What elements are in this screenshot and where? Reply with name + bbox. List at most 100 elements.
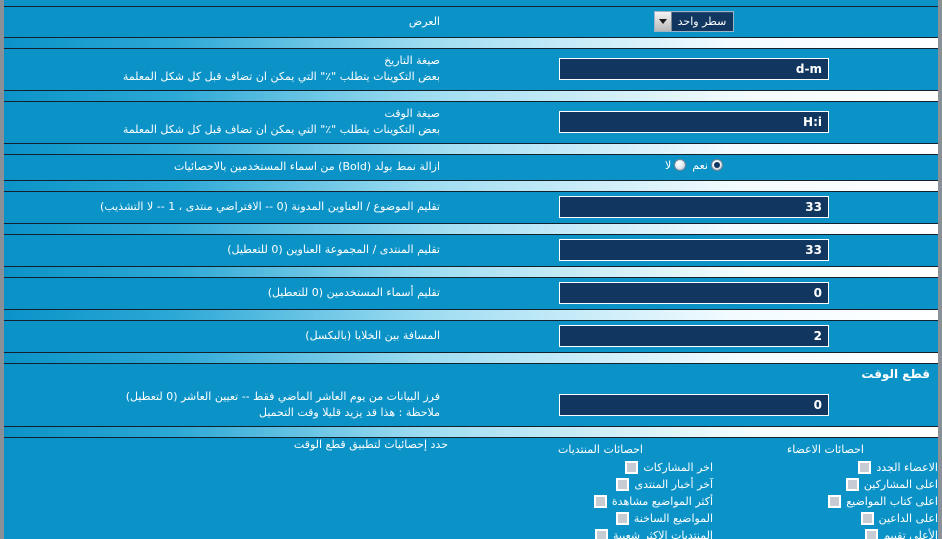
row-separator	[4, 142, 938, 155]
setting-label-cutoff-days: فرز البيانات من يوم العاشر الماضي فقط --…	[125, 389, 440, 403]
setting-row-cell-spacing: المسافة بين الخلايا (بالبكسل)	[4, 320, 938, 353]
checkbox-label-hot-threads: المواضيع الساخنة	[633, 511, 713, 525]
checkbox-item-popular-forums[interactable]: المنتديات الاكثر شعبية	[488, 527, 713, 539]
chevron-down-icon[interactable]	[654, 12, 672, 31]
checkbox-item-top-referrers[interactable]: اعلى الداعين	[713, 510, 938, 527]
row-separator	[4, 425, 938, 438]
row-separator	[4, 222, 938, 235]
checkbox-label-top-rated: الأعلى تقييم	[883, 528, 938, 539]
setting-label-time-format: صيغة الوقت	[384, 106, 440, 120]
field-cell-cell-spacing	[448, 320, 938, 352]
label-cell-trim-thread-title: تقليم الموضوع / العناوين المدونة (0 -- ا…	[4, 191, 448, 223]
checkbox-item-top-thread-starters[interactable]: اعلى كتاب المواضيع	[713, 493, 938, 510]
checkbox-icon[interactable]	[593, 494, 607, 508]
setting-label-trim-thread-title: تقليم الموضوع / العناوين المدونة (0 -- ا…	[100, 199, 440, 213]
checkbox-label-latest-posts: اخر المشاركات	[643, 460, 713, 474]
setting-row-time-format: صيغة الوقت بعض التكوينات يتطلب "٪" التي …	[4, 101, 938, 144]
separator-row-7	[4, 308, 938, 321]
time-format-input[interactable]	[559, 110, 829, 133]
checkbox-column-title-member-stats: احصائات الاعضاء	[787, 442, 864, 456]
trim-thread-title-input[interactable]	[559, 195, 829, 218]
row-separator	[4, 351, 938, 364]
field-cell-time-format	[448, 101, 938, 143]
row-separator	[4, 265, 938, 278]
settings-panel: سطر واحد العرض صيغة التاريخ بعض التكوينا…	[0, 0, 942, 539]
row-separator	[4, 308, 938, 321]
checkbox-label-latest-forum-news: آخر أخبار المنتدى	[634, 477, 713, 491]
setting-row-cutoff-days: فرز البيانات من يوم العاشر الماضي فقط --…	[4, 384, 938, 427]
remove-bold-radio-no[interactable]: لا	[665, 159, 687, 172]
label-cell-trim-forum-title: تقليم المنتدى / المجموعة العناوين (0 للت…	[4, 234, 448, 266]
checkbox-column-title-forum-stats: احصائات المنتديات	[558, 442, 643, 456]
setting-desc-cutoff-days: ملاحظة : هذا قد يزيد قليلا وقت التحميل	[259, 405, 440, 419]
setting-row-trim-usernames: تقليم أسماء المستخدمين (0 للتعطيل)	[4, 277, 938, 310]
label-cell-remove-bold: ازالة نمط بولد (Bold) من اسماء المستخدمي…	[4, 154, 448, 180]
label-cell-trim-usernames: تقليم أسماء المستخدمين (0 للتعطيل)	[4, 277, 448, 309]
setting-label-cell-spacing: المسافة بين الخلايا (بالبكسل)	[305, 328, 440, 342]
field-cell-display-mode: سطر واحد	[448, 7, 938, 38]
cutoff-stats-columns: احصائات الاعضاء الاعضاء الجدد اعلى المشا…	[448, 438, 938, 539]
remove-bold-radio-yes-label: نعم	[692, 158, 708, 172]
setting-row-date-format: صيغة التاريخ بعض التكوينات يتطلب "٪" الت…	[4, 48, 938, 91]
setting-label-trim-usernames: تقليم أسماء المستخدمين (0 للتعطيل)	[267, 285, 440, 299]
display-mode-select-value: سطر واحد	[677, 15, 727, 28]
cutoff-stats-row: احصائات الاعضاء الاعضاء الجدد اعلى المشا…	[4, 437, 938, 539]
radio-selected-icon[interactable]	[710, 159, 723, 172]
checkbox-icon[interactable]	[845, 477, 859, 491]
cutoff-stats-note: حدد إحصائيات لتطبيق قطع الوقت	[293, 437, 448, 451]
checkbox-icon[interactable]	[865, 528, 879, 539]
field-cell-trim-usernames	[448, 277, 938, 309]
field-cell-cutoff-days	[448, 385, 938, 426]
row-separator	[4, 89, 938, 102]
date-format-input[interactable]	[559, 57, 829, 80]
radio-unselected-icon[interactable]	[674, 159, 687, 172]
separator-row-3	[4, 142, 938, 155]
field-cell-trim-thread-title	[448, 191, 938, 223]
checkbox-item-hot-threads[interactable]: المواضيع الساخنة	[488, 510, 713, 527]
checkbox-icon[interactable]	[625, 460, 639, 474]
field-cell-remove-bold: نعم لا	[448, 154, 938, 180]
setting-label-remove-bold: ازالة نمط بولد (Bold) من اسماء المستخدمي…	[173, 159, 440, 173]
row-separator	[4, 37, 938, 49]
checkbox-icon[interactable]	[858, 460, 872, 474]
label-cell-time-format: صيغة الوقت بعض التكوينات يتطلب "٪" التي …	[4, 101, 448, 143]
remove-bold-radio-yes[interactable]: نعم	[692, 159, 723, 172]
checkbox-item-top-rated[interactable]: الأعلى تقييم	[713, 527, 938, 539]
checkbox-icon[interactable]	[860, 511, 874, 525]
checkbox-item-new-members[interactable]: الاعضاء الجدد	[713, 459, 938, 476]
checkbox-item-top-posters[interactable]: اعلى المشاركين	[713, 476, 938, 493]
setting-label-display-mode: العرض	[408, 14, 440, 28]
trim-usernames-input[interactable]	[559, 281, 829, 304]
display-mode-select[interactable]: سطر واحد	[653, 11, 735, 32]
checkbox-column-forum-stats: احصائات المنتديات اخر المشاركات آخر أخبا…	[488, 438, 713, 539]
checkbox-item-most-viewed-threads[interactable]: أكثر المواضيع مشاهدة	[488, 493, 713, 510]
checkbox-column-member-stats: احصائات الاعضاء الاعضاء الجدد اعلى المشا…	[713, 438, 938, 539]
setting-label-trim-forum-title: تقليم المنتدى / المجموعة العناوين (0 للت…	[227, 242, 440, 256]
checkbox-label-most-viewed-threads: أكثر المواضيع مشاهدة	[611, 494, 713, 508]
setting-row-remove-bold: نعم لا ازالة نمط بولد (Bold) من اسماء ال…	[4, 154, 938, 181]
checkbox-icon[interactable]	[595, 528, 609, 539]
checkbox-icon[interactable]	[616, 477, 630, 491]
field-cell-trim-forum-title	[448, 234, 938, 266]
setting-label-date-format: صيغة التاريخ	[384, 54, 440, 67]
label-cell-cell-spacing: المسافة بين الخلايا (بالبكسل)	[4, 320, 448, 352]
label-cell-cutoff-days: فرز البيانات من يوم العاشر الماضي فقط --…	[4, 385, 448, 426]
separator-row-9	[4, 425, 938, 438]
setting-row-display-mode: سطر واحد العرض	[4, 6, 938, 38]
cutoff-stats-note-cell: حدد إحصائيات لتطبيق قطع الوقت	[4, 437, 448, 539]
checkbox-label-new-members: الاعضاء الجدد	[876, 460, 938, 474]
checkbox-icon[interactable]	[615, 511, 629, 525]
separator-row-6	[4, 265, 938, 278]
separator-row-1	[4, 37, 938, 49]
row-separator	[4, 179, 938, 192]
checkbox-item-latest-posts[interactable]: اخر المشاركات	[488, 459, 713, 476]
separator-row-8	[4, 351, 938, 364]
checkbox-icon[interactable]	[828, 494, 842, 508]
cell-spacing-input[interactable]	[559, 324, 829, 347]
cutoff-days-input[interactable]	[559, 393, 829, 416]
checkbox-item-latest-forum-news[interactable]: آخر أخبار المنتدى	[488, 476, 713, 493]
settings-grid: سطر واحد العرض صيغة التاريخ بعض التكوينا…	[4, 0, 938, 539]
setting-row-trim-forum-title: تقليم المنتدى / المجموعة العناوين (0 للت…	[4, 234, 938, 267]
setting-desc-time-format: بعض التكوينات يتطلب "٪" التي يمكن ان تضا…	[122, 122, 440, 136]
trim-forum-title-input[interactable]	[559, 238, 829, 261]
